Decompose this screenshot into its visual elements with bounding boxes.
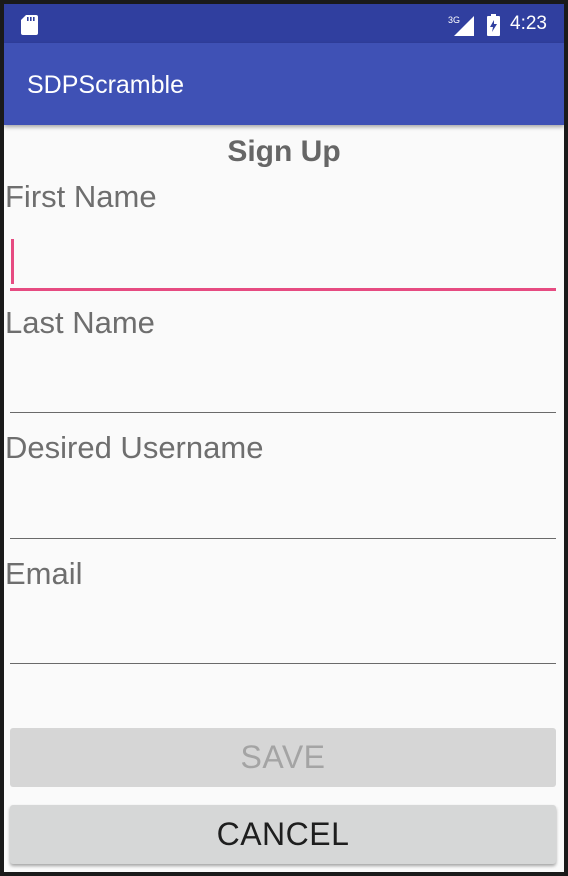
first-name-field[interactable] [10,235,556,291]
status-clock: 4:23 [510,13,547,34]
network-type-label: 3G [448,15,460,25]
last-name-label: Last Name [5,305,155,340]
last-name-field[interactable] [10,357,556,413]
signal-3g-icon: 3G [448,15,474,36]
desired-username-field[interactable] [10,483,556,539]
battery-icon [487,14,500,36]
app-title: SDPScramble [27,71,184,99]
sd-card-icon [21,15,38,35]
cancel-button[interactable]: CANCEL [10,805,556,864]
email-label: Email [5,556,83,591]
save-button[interactable]: SAVE [10,728,556,787]
email-field[interactable] [10,608,556,664]
desired-username-label: Desired Username [5,430,264,465]
first-name-label: First Name [5,179,157,214]
form-title: Sign Up [227,135,341,168]
text-cursor [11,239,14,284]
app-toolbar: SDPScramble [4,43,564,125]
device-screen: 3G 4:23 SDPScramble Sign Up First Name L… [4,4,564,872]
status-bar: 3G 4:23 [4,4,564,43]
signup-form: Sign Up First Name Last Name Desired Use… [4,125,564,872]
